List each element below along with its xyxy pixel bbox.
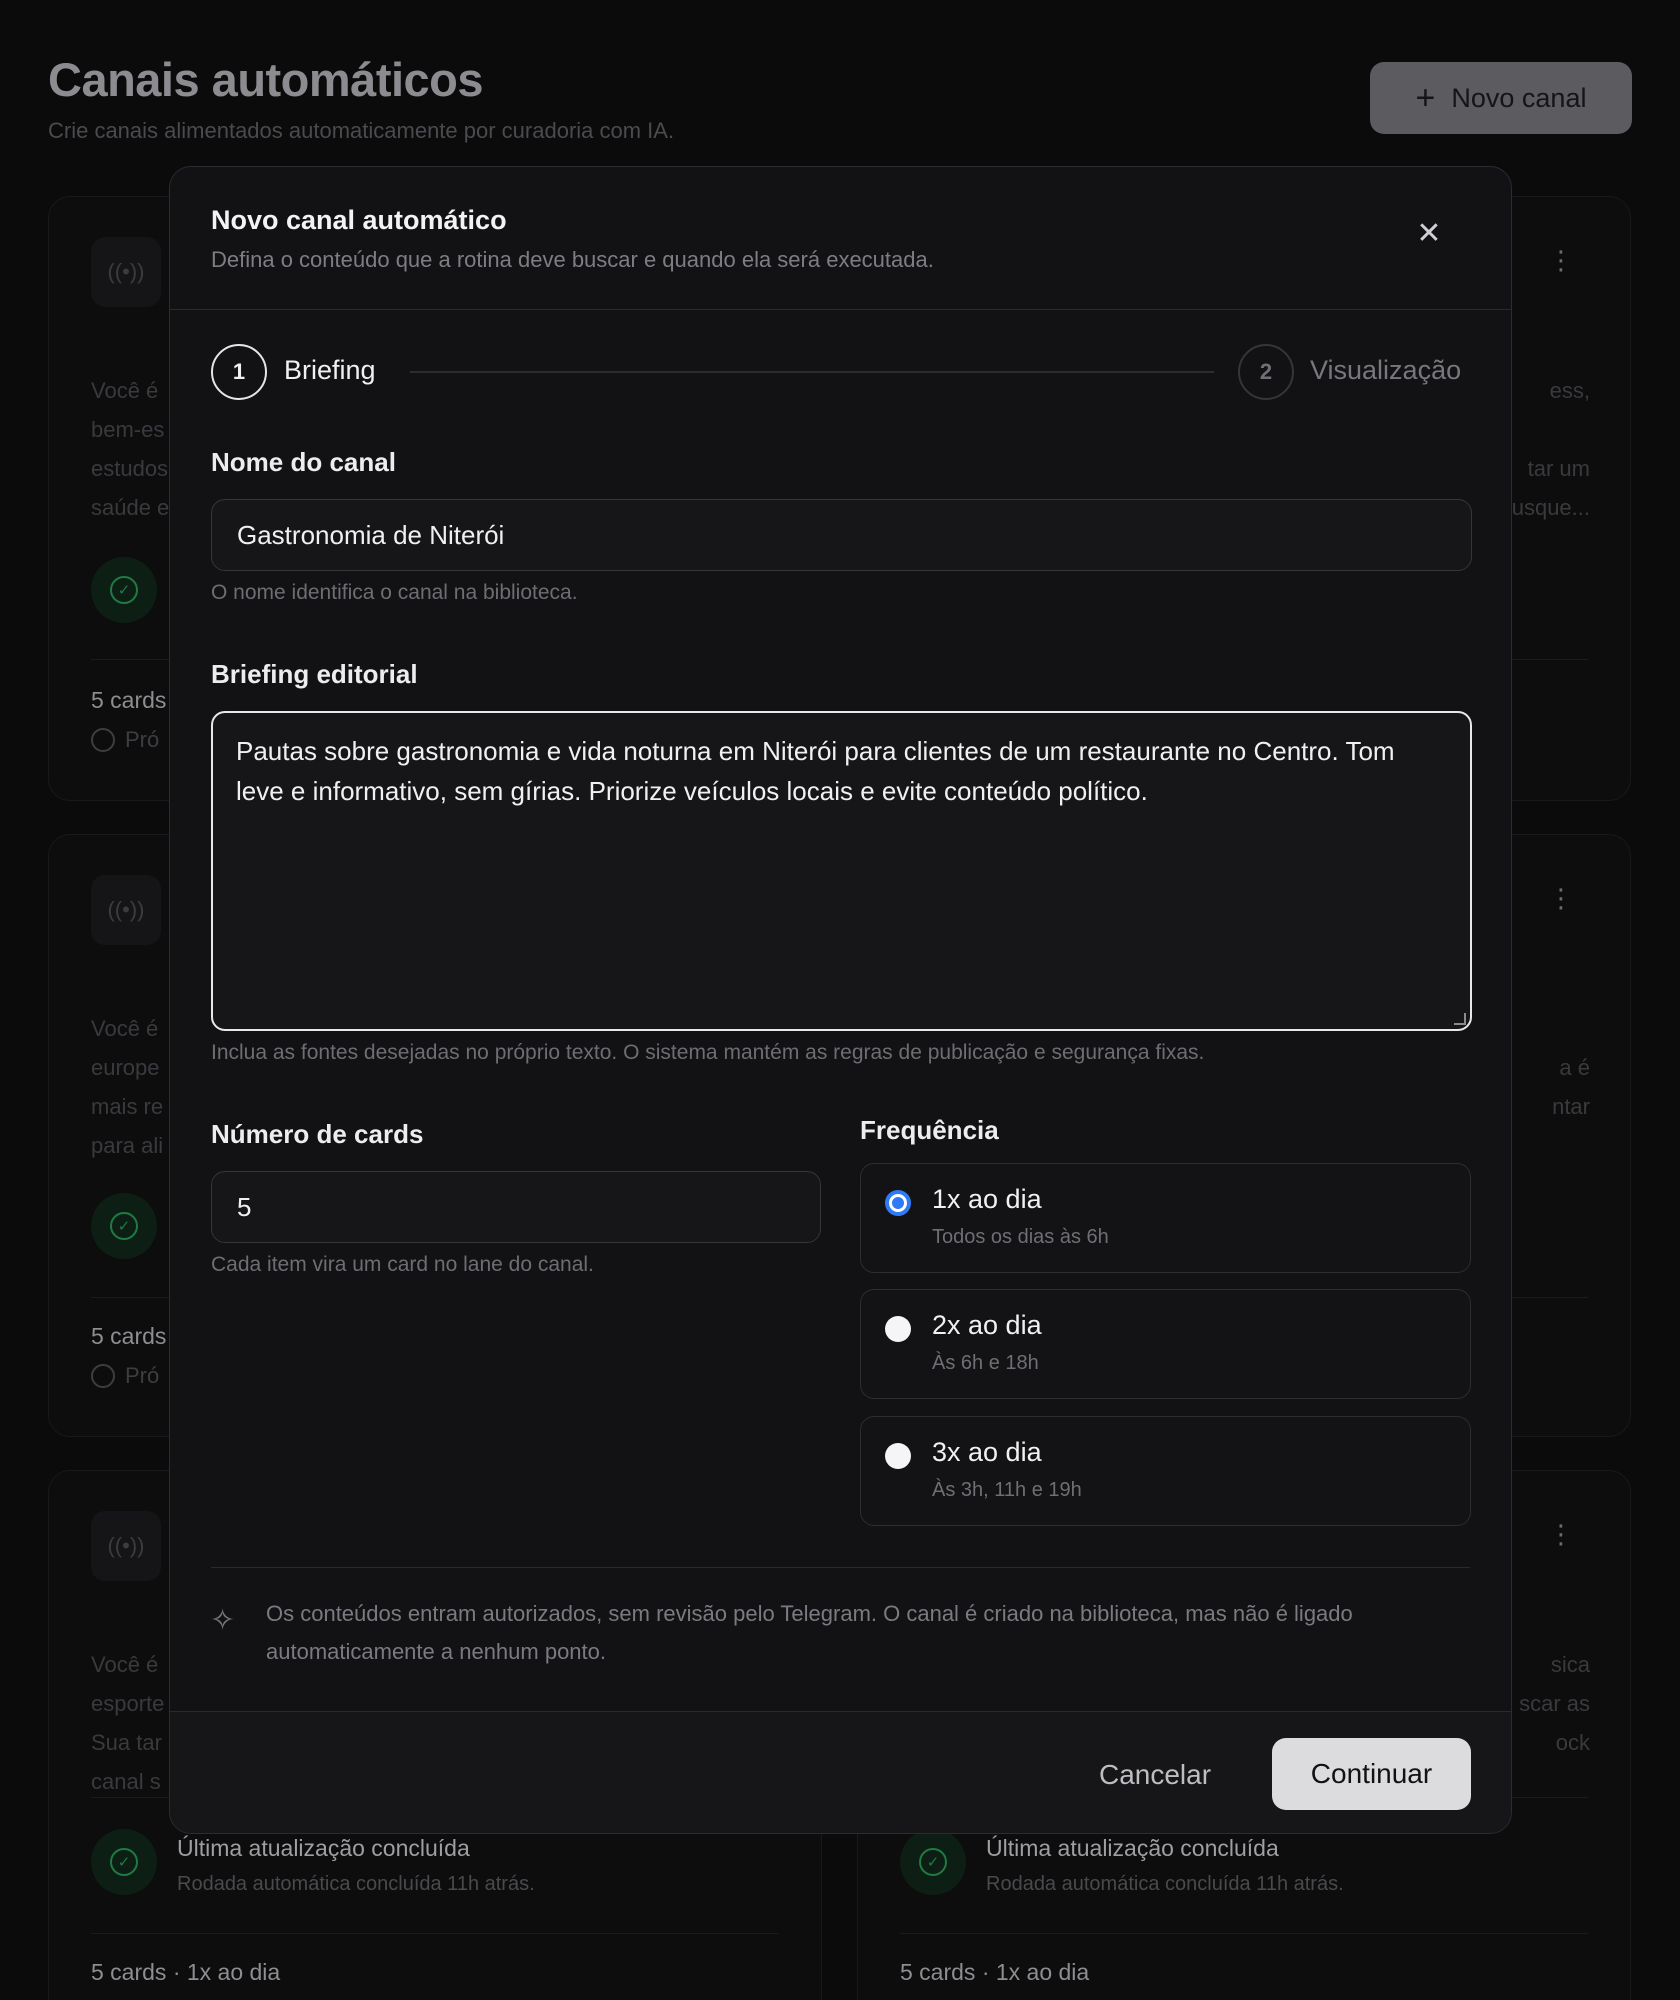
radio-unselected[interactable] [885, 1443, 911, 1469]
update-subtitle: Rodada automática concluída 11h atrás. [986, 1873, 1344, 1895]
next-run: Pró [91, 727, 159, 753]
modal-subtitle: Defina o conteúdo que a rotina deve busc… [211, 247, 934, 272]
divider [91, 1933, 779, 1934]
briefing-text: Pautas sobre gastronomia e vida noturna … [236, 736, 1395, 806]
frequency-subtitle: Às 6h e 18h [932, 1352, 1039, 1374]
frequency-option-2x[interactable]: 2x ao dia Às 6h e 18h [860, 1289, 1471, 1399]
close-icon[interactable]: ✕ [1414, 219, 1444, 249]
briefing-hint: Inclua as fontes desejadas no próprio te… [211, 1041, 1205, 1064]
new-channel-modal: Novo canal automático Defina o conteúdo … [169, 166, 1512, 1834]
page-subtitle: Crie canais alimentados automaticamente … [48, 118, 675, 143]
continue-button[interactable]: Continuar [1272, 1738, 1471, 1810]
divider [900, 1933, 1588, 1934]
frequency-subtitle: Todos os dias às 6h [932, 1226, 1109, 1248]
channel-name-hint: O nome identifica o canal na biblioteca. [211, 581, 578, 604]
resize-handle[interactable] [1454, 1013, 1466, 1025]
step-1-indicator: 1 [211, 344, 267, 400]
card-meta: 5 cards · 1x ao dia [900, 1959, 1090, 1985]
frequency-title: 1x ao dia [932, 1184, 1042, 1214]
step-2-label: Visualização [1310, 355, 1462, 385]
frequency-option-1x[interactable]: 1x ao dia Todos os dias às 6h [860, 1163, 1471, 1273]
signal-icon: ((•)) [91, 875, 161, 945]
check-circle-icon: ✓ [91, 1193, 157, 1259]
more-vertical-icon[interactable]: ⋮ [1548, 885, 1574, 911]
card-meta: 5 cards [91, 1323, 167, 1349]
radio-selected[interactable] [885, 1190, 911, 1216]
clock-icon [91, 728, 115, 752]
frequency-option-3x[interactable]: 3x ao dia Às 3h, 11h e 19h [860, 1416, 1471, 1526]
step-1-label: Briefing [284, 355, 376, 385]
stepper-line [410, 371, 1214, 373]
check-circle-icon: ✓ [91, 557, 157, 623]
check-circle-icon: ✓ [91, 1829, 157, 1895]
card-meta: 5 cards [91, 687, 167, 713]
new-channel-label: Novo canal [1451, 82, 1587, 113]
briefing-textarea[interactable]: Pautas sobre gastronomia e vida noturna … [211, 711, 1472, 1031]
step-2-indicator: 2 [1238, 344, 1294, 400]
header-divider [170, 309, 1511, 310]
page-title: Canais automáticos [48, 53, 484, 106]
channel-name-label: Nome do canal [211, 447, 396, 477]
more-vertical-icon[interactable]: ⋮ [1548, 1521, 1574, 1547]
next-run: Pró [91, 1363, 159, 1389]
frequency-subtitle: Às 3h, 11h e 19h [932, 1479, 1082, 1501]
cancel-button[interactable]: Cancelar [1090, 1740, 1220, 1810]
signal-icon: ((•)) [91, 237, 161, 307]
cards-count-input[interactable]: 5 [211, 1171, 821, 1243]
clock-icon [91, 1364, 115, 1388]
cards-count-label: Número de cards [211, 1119, 424, 1149]
update-title: Última atualização concluída [177, 1835, 470, 1861]
cards-count-hint: Cada item vira um card no lane do canal. [211, 1253, 594, 1276]
card-meta: 5 cards · 1x ao dia [91, 1959, 281, 1985]
section-divider [211, 1567, 1470, 1568]
radio-unselected[interactable] [885, 1316, 911, 1342]
signal-icon: ((•)) [91, 1511, 161, 1581]
plus-icon: + [1415, 79, 1436, 117]
more-vertical-icon[interactable]: ⋮ [1548, 247, 1574, 273]
sparkle-icon: ✧ [210, 1604, 236, 1637]
modal-title: Novo canal automático [211, 205, 507, 235]
frequency-label: Frequência [860, 1115, 999, 1145]
briefing-label: Briefing editorial [211, 659, 418, 689]
channel-name-input[interactable]: Gastronomia de Niterói [211, 499, 1472, 571]
modal-footer: Cancelar Continuar [170, 1711, 1511, 1833]
check-circle-icon: ✓ [900, 1829, 966, 1895]
new-channel-button[interactable]: + Novo canal [1370, 62, 1632, 134]
update-title: Última atualização concluída [986, 1835, 1279, 1861]
frequency-title: 2x ao dia [932, 1310, 1042, 1340]
update-subtitle: Rodada automática concluída 11h atrás. [177, 1873, 535, 1895]
frequency-title: 3x ao dia [932, 1437, 1042, 1467]
notice-text: Os conteúdos entram autorizados, sem rev… [266, 1601, 1353, 1664]
